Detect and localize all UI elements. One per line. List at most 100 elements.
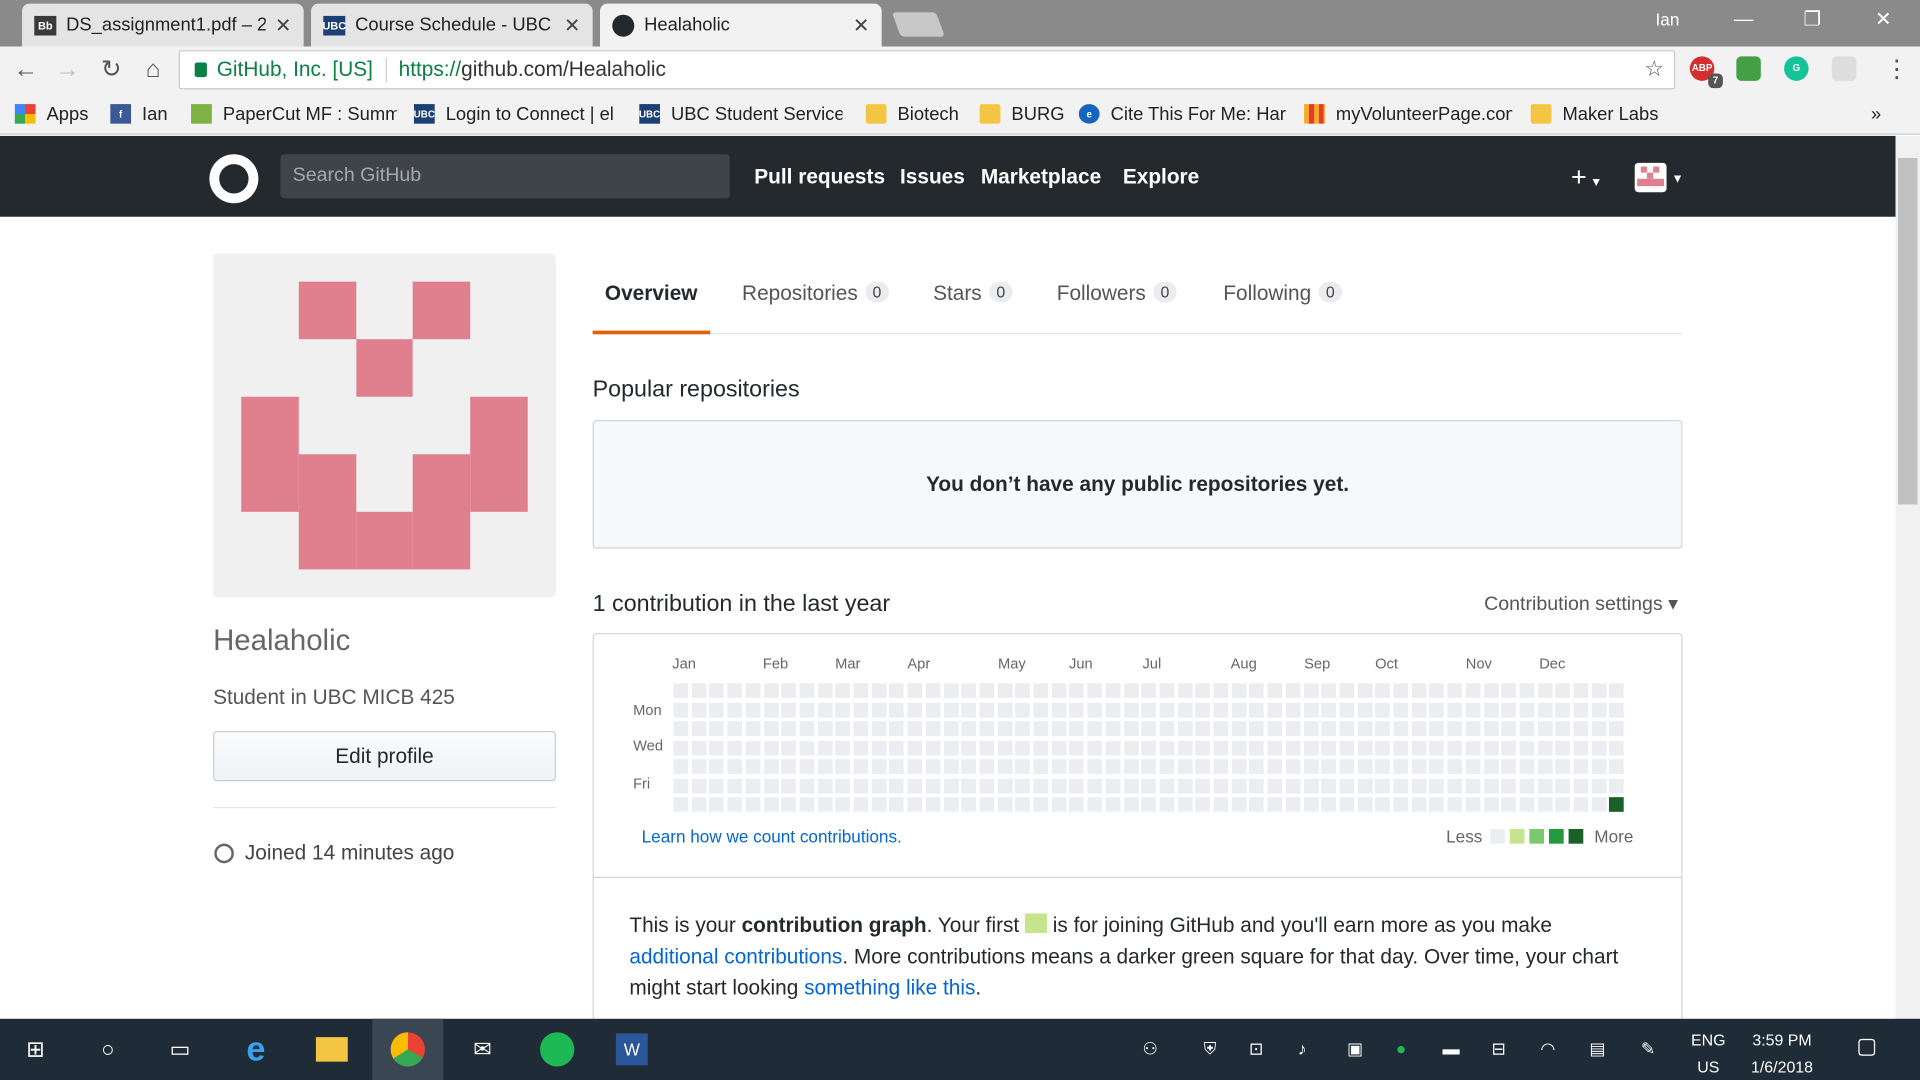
contribution-day[interactable] [943,740,959,755]
contribution-day[interactable] [871,702,887,717]
contribution-day[interactable] [1429,683,1445,698]
contribution-day[interactable] [1591,740,1607,755]
contribution-day[interactable] [1213,702,1229,717]
contribution-day[interactable] [1249,759,1265,774]
contribution-day[interactable] [1105,740,1121,755]
contribution-day[interactable] [1141,759,1157,774]
contribution-day[interactable] [1339,778,1355,793]
contribution-day[interactable] [907,740,923,755]
contribution-day[interactable] [889,797,905,812]
contribution-day[interactable] [925,740,941,755]
contribution-day[interactable] [925,683,941,698]
app-tray-icon[interactable]: ▣ [1347,1038,1363,1059]
contribution-day[interactable] [979,797,995,812]
contribution-day[interactable] [1411,683,1427,698]
close-window-icon[interactable]: ✕ [1859,5,1908,37]
contribution-day[interactable] [1177,740,1193,755]
contribution-day[interactable] [1447,797,1463,812]
contribution-day[interactable] [673,759,689,774]
contribution-day[interactable] [1141,702,1157,717]
contribution-day[interactable] [727,683,743,698]
contribution-day[interactable] [1411,740,1427,755]
edge-icon[interactable]: e [235,1029,277,1071]
contribution-day[interactable] [1321,740,1337,755]
file-explorer-icon[interactable] [311,1029,353,1071]
contribution-day[interactable] [1159,778,1175,793]
contribution-day[interactable] [1609,683,1625,698]
contribution-day[interactable] [1375,683,1391,698]
contribution-day[interactable] [691,702,707,717]
contribution-day[interactable] [745,683,761,698]
contribution-day[interactable] [1501,702,1517,717]
contribution-day[interactable] [1465,721,1481,736]
contribution-day[interactable] [889,740,905,755]
contribution-day[interactable] [925,797,941,812]
contribution-day[interactable] [763,740,779,755]
contribution-day[interactable] [1303,721,1319,736]
contribution-day[interactable] [907,759,923,774]
contribution-day[interactable] [1267,702,1283,717]
contribution-day[interactable] [1375,702,1391,717]
contribution-day[interactable] [799,797,815,812]
contribution-day[interactable] [1303,683,1319,698]
bookmarks-overflow-button[interactable]: » [1871,100,1895,127]
close-tab-icon[interactable]: ✕ [564,13,580,37]
contribution-day[interactable] [1375,740,1391,755]
contribution-day[interactable] [781,683,797,698]
contribution-day[interactable] [781,778,797,793]
contribution-day[interactable] [835,759,851,774]
contribution-day[interactable] [853,702,869,717]
contribution-day[interactable] [961,797,977,812]
contribution-day[interactable] [817,740,833,755]
contribution-day[interactable] [1321,778,1337,793]
contribution-day[interactable] [727,797,743,812]
contribution-day[interactable] [1519,683,1535,698]
browser-tab[interactable]: UBC Course Schedule - UBC S ✕ [311,3,593,47]
contribution-day[interactable] [1339,721,1355,736]
contribution-day[interactable] [799,778,815,793]
contribution-day[interactable] [835,721,851,736]
contribution-day[interactable] [817,759,833,774]
contribution-day[interactable] [1231,683,1247,698]
contribution-day[interactable] [961,759,977,774]
contribution-day[interactable] [853,740,869,755]
contribution-day[interactable] [1051,740,1067,755]
contribution-day[interactable] [1555,759,1571,774]
contribution-day[interactable] [1123,778,1139,793]
cortana-icon[interactable]: ○ [87,1029,129,1071]
contribution-day[interactable] [673,778,689,793]
contribution-day[interactable] [997,740,1013,755]
contribution-day[interactable] [1069,702,1085,717]
contribution-day[interactable] [1321,702,1337,717]
contribution-day[interactable] [1015,702,1031,717]
contribution-day[interactable] [997,797,1013,812]
bookmark-folder[interactable]: Maker Labs [1530,100,1666,127]
people-icon[interactable]: ⚇ [1142,1038,1157,1059]
contribution-day[interactable] [1141,740,1157,755]
contribution-day[interactable] [1429,778,1445,793]
contribution-day[interactable] [1393,740,1409,755]
contribution-day[interactable] [961,683,977,698]
additional-contributions-link[interactable]: additional contributions [629,945,842,968]
contribution-day[interactable] [1087,740,1103,755]
contribution-day[interactable] [1447,683,1463,698]
contribution-day[interactable] [1195,702,1211,717]
contribution-day[interactable] [943,721,959,736]
contribution-day[interactable] [1195,778,1211,793]
contribution-day[interactable] [1177,778,1193,793]
contribution-day[interactable] [1141,797,1157,812]
contribution-day[interactable] [925,759,941,774]
contribution-day[interactable] [1465,759,1481,774]
minimize-icon[interactable]: — [1719,5,1768,37]
contribution-day[interactable] [1231,759,1247,774]
contribution-day[interactable] [1465,702,1481,717]
contribution-day[interactable] [691,759,707,774]
contribution-day[interactable] [781,702,797,717]
contribution-day[interactable] [1033,740,1049,755]
contribution-day[interactable] [1447,702,1463,717]
contribution-day[interactable] [1393,683,1409,698]
contribution-day[interactable] [1267,721,1283,736]
contribution-day[interactable] [1159,683,1175,698]
contribution-day[interactable] [979,759,995,774]
contribution-day[interactable] [1591,721,1607,736]
